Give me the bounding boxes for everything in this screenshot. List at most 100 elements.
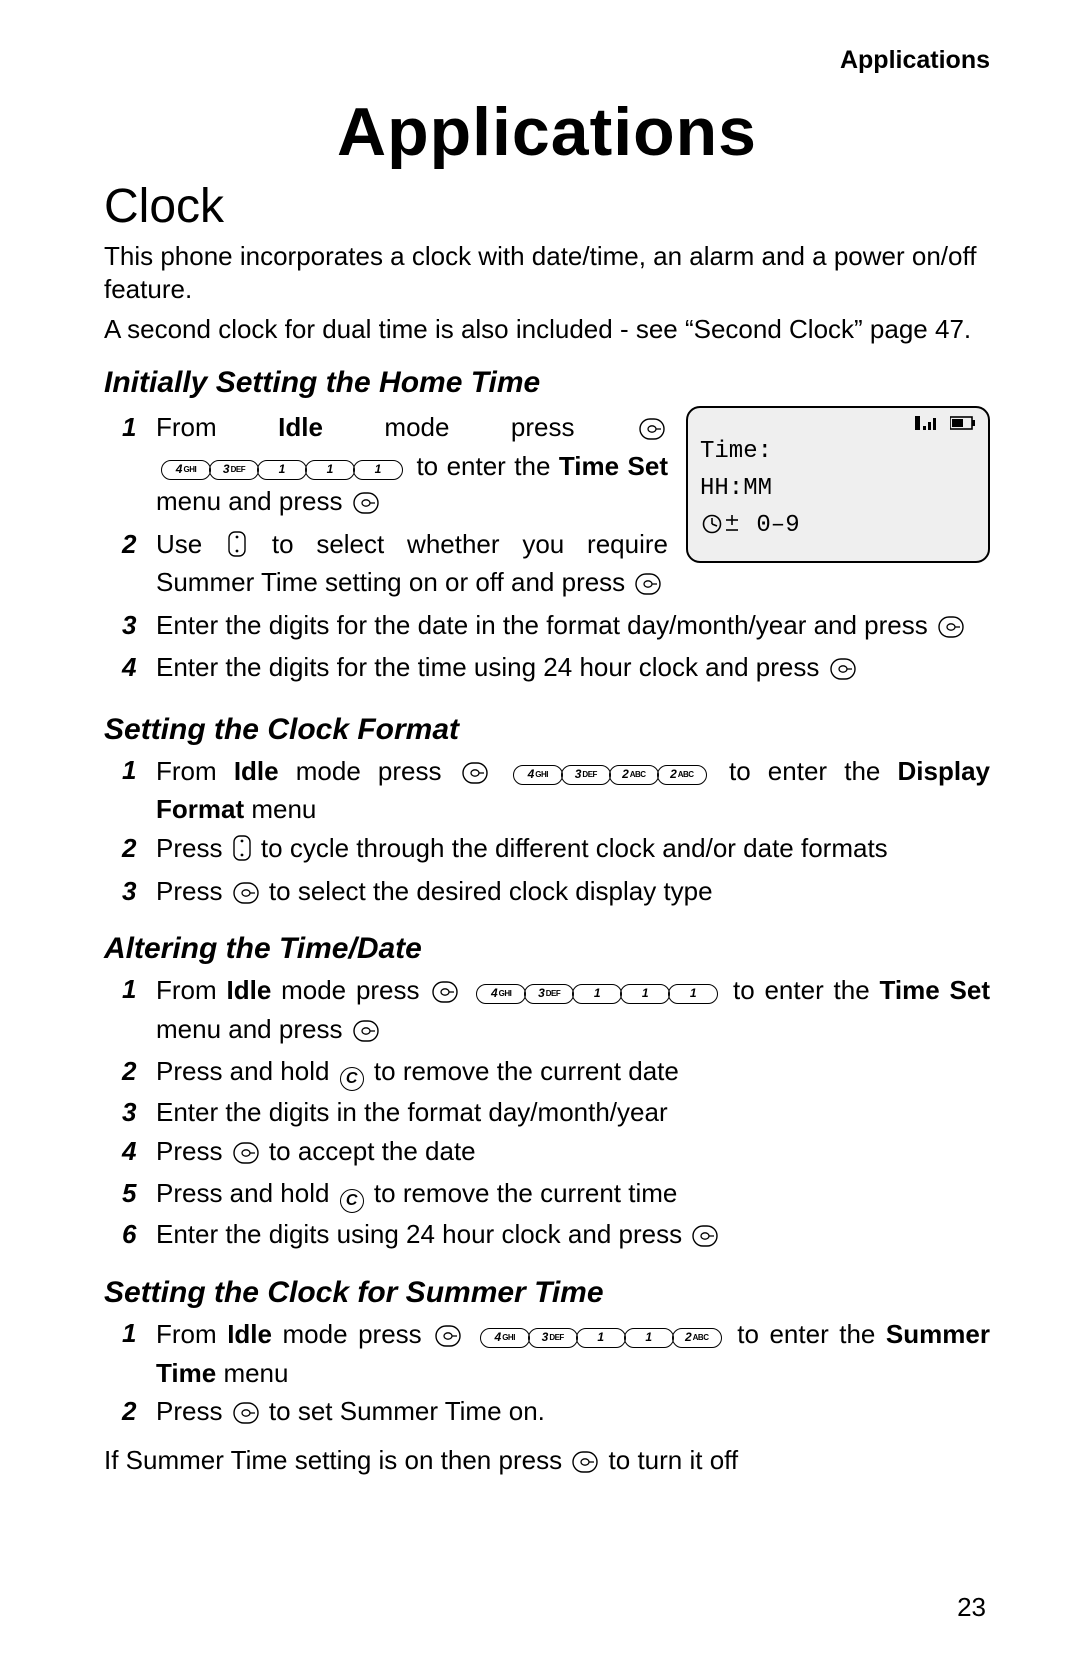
key-3: 3DEF <box>561 765 611 785</box>
step-text: Press to set Summer Time on. <box>156 1394 990 1433</box>
key-2: 2ABC <box>609 765 659 785</box>
manual-page: Applications Applications Clock This pho… <box>0 0 1080 1667</box>
step-number: 3 <box>122 874 156 913</box>
step-text: Use to select whether you require Summer… <box>156 527 668 604</box>
step-number: 2 <box>122 1054 156 1091</box>
menu-key-icon <box>233 1398 259 1433</box>
clock-format-steps: 1 From Idle mode press 4GHI3DEF2ABC2ABC … <box>122 753 990 912</box>
list-item: 2 Press to cycle through the different c… <box>122 831 990 870</box>
screen-line-3: 0–9 <box>700 512 976 539</box>
step-text: Press to select the desired clock displa… <box>156 874 990 913</box>
step-number: 1 <box>122 1316 156 1390</box>
page-number: 23 <box>957 1592 986 1623</box>
home-time-block: Time: HH:MM 0–9 1 From Idle mode press 4… <box>104 406 990 693</box>
subheading-alter-time: Altering the Time/Date <box>104 932 990 966</box>
step-text: Enter the digits for the time using 24 h… <box>156 650 990 689</box>
summer-time-note: If Summer Time setting is on then press … <box>104 1445 990 1480</box>
menu-key-icon <box>635 569 661 604</box>
step-text: From Idle mode press 4GHI3DEF111 to ente… <box>156 410 668 523</box>
list-item: 1 From Idle mode press 4GHI3DEF112ABC to… <box>122 1316 990 1390</box>
key-1: 1 <box>576 1328 626 1348</box>
step-number: 2 <box>122 527 156 604</box>
key-2: 2ABC <box>657 765 707 785</box>
step-text: Enter the digits for the date in the for… <box>156 608 990 647</box>
step-text: Enter the digits using 24 hour clock and… <box>156 1217 990 1256</box>
menu-key-icon <box>432 977 458 1012</box>
menu-key-icon <box>353 1016 379 1051</box>
step-text: Enter the digits in the format day/month… <box>156 1095 990 1130</box>
list-item: 5 Press and hold C to remove the current… <box>122 1176 990 1213</box>
signal-icon <box>915 416 939 430</box>
step-text: Press and hold C to remove the current d… <box>156 1054 990 1091</box>
step-number: 3 <box>122 608 156 647</box>
key-1: 1 <box>620 984 670 1004</box>
subheading-clock-format: Setting the Clock Format <box>104 713 990 747</box>
battery-icon <box>950 416 976 430</box>
screen-line-2: HH:MM <box>700 475 976 502</box>
key-4: 4GHI <box>513 765 563 785</box>
subheading-summer-time: Setting the Clock for Summer Time <box>104 1276 990 1310</box>
step-text: Press to accept the date <box>156 1134 990 1173</box>
key-1: 1 <box>624 1328 674 1348</box>
step-number: 1 <box>122 410 156 523</box>
running-header: Applications <box>104 46 990 75</box>
screen-line-3-text: 0–9 <box>742 512 800 539</box>
key-3: 3DEF <box>209 460 259 480</box>
plus-minus-icon <box>726 515 740 533</box>
section-heading: Clock <box>104 179 990 234</box>
step-number: 2 <box>122 831 156 870</box>
menu-key-icon <box>938 612 964 647</box>
key-sequence: 4GHI3DEF111 <box>162 448 402 483</box>
list-item: 6 Enter the digits using 24 hour clock a… <box>122 1217 990 1256</box>
key-sequence: 4GHI3DEF2ABC2ABC <box>514 753 706 788</box>
phone-screen: Time: HH:MM 0–9 <box>686 406 990 563</box>
step-number: 1 <box>122 972 156 1050</box>
list-item: 4 Press to accept the date <box>122 1134 990 1173</box>
clock-icon <box>702 514 722 534</box>
step-text: Press to cycle through the different clo… <box>156 831 990 870</box>
step-text: From Idle mode press 4GHI3DEF2ABC2ABC to… <box>156 753 990 827</box>
menu-key-icon <box>353 488 379 523</box>
key-1: 1 <box>305 460 355 480</box>
status-bar <box>700 416 976 434</box>
list-item: 1 From Idle mode press 4GHI3DEF111 to en… <box>122 972 990 1050</box>
menu-key-icon <box>435 1321 461 1356</box>
page-title: Applications <box>104 93 990 171</box>
summer-time-steps: 1 From Idle mode press 4GHI3DEF112ABC to… <box>122 1316 990 1433</box>
key-4: 4GHI <box>161 460 211 480</box>
step-text: From Idle mode press 4GHI3DEF111 to ente… <box>156 972 990 1050</box>
step-text: From Idle mode press 4GHI3DEF112ABC to e… <box>156 1316 990 1390</box>
key-4: 4GHI <box>480 1328 530 1348</box>
step-number: 5 <box>122 1176 156 1213</box>
key-sequence: 4GHI3DEF111 <box>477 972 717 1007</box>
alter-time-steps: 1 From Idle mode press 4GHI3DEF111 to en… <box>122 972 990 1256</box>
list-item: 1 From Idle mode press 4GHI3DEF2ABC2ABC … <box>122 753 990 827</box>
list-item: 1 From Idle mode press 4GHI3DEF111 to en… <box>122 410 668 523</box>
intro-paragraph-1: This phone incorporates a clock with dat… <box>104 240 990 307</box>
key-1: 1 <box>572 984 622 1004</box>
list-item: 3 Press to select the desired clock disp… <box>122 874 990 913</box>
key-3: 3DEF <box>528 1328 578 1348</box>
key-2: 2ABC <box>672 1328 722 1348</box>
screen-line-1: Time: <box>700 438 976 465</box>
key-1: 1 <box>257 460 307 480</box>
menu-key-icon <box>830 654 856 689</box>
step-number: 2 <box>122 1394 156 1433</box>
intro-paragraph-2: A second clock for dual time is also inc… <box>104 313 990 346</box>
cancel-key-icon: C <box>340 1067 364 1091</box>
list-item: 3 Enter the digits in the format day/mon… <box>122 1095 990 1130</box>
list-item: 4 Enter the digits for the time using 24… <box>122 650 990 689</box>
menu-key-icon <box>639 414 665 449</box>
list-item: 3 Enter the digits for the date in the f… <box>122 608 990 647</box>
subheading-home-time: Initially Setting the Home Time <box>104 366 990 400</box>
key-4: 4GHI <box>476 984 526 1004</box>
key-1: 1 <box>668 984 718 1004</box>
cancel-key-icon: C <box>340 1189 364 1213</box>
list-item: 2 Press and hold C to remove the current… <box>122 1054 990 1091</box>
menu-key-icon <box>462 758 488 793</box>
menu-key-icon <box>233 1138 259 1173</box>
step-text: Press and hold C to remove the current t… <box>156 1176 990 1213</box>
nav-key-icon <box>228 531 246 566</box>
key-1: 1 <box>353 460 403 480</box>
key-sequence: 4GHI3DEF112ABC <box>481 1316 721 1351</box>
